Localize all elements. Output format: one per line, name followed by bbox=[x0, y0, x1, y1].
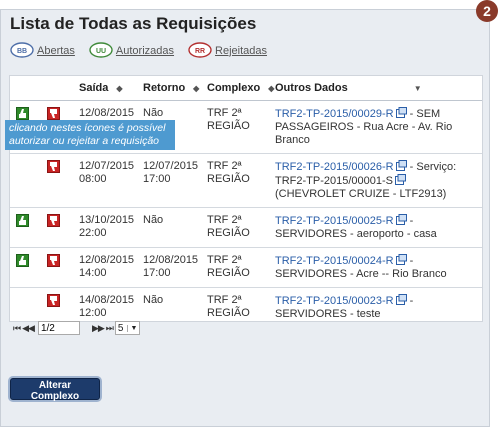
page-title: Lista de Todas as Requisições bbox=[10, 14, 257, 33]
first-page-button[interactable]: ⏮ bbox=[13, 323, 21, 334]
last-page-button[interactable]: ⏭ bbox=[106, 323, 114, 334]
open-window-icon[interactable] bbox=[395, 107, 407, 118]
filter-code: BB bbox=[17, 48, 27, 55]
next-page-button[interactable]: ▶▶ bbox=[92, 323, 105, 334]
approve-icon[interactable] bbox=[16, 107, 29, 120]
filter-label: Rejeitadas bbox=[215, 44, 267, 57]
filter-rejeitadas[interactable]: RR Rejeitadas bbox=[188, 42, 267, 59]
cell-outros: TRF2-TP-2015/00026-R - Serviço: TRF2-TP-… bbox=[275, 153, 482, 208]
filter-code: RR bbox=[195, 48, 205, 55]
request-link[interactable]: TRF2-TP-2015/00025-R bbox=[275, 215, 394, 227]
cell-saida: 12/07/2015 08:00 bbox=[79, 153, 143, 208]
cell-outros: TRF2-TP-2015/00025-R - SERVIDORES - aero… bbox=[275, 207, 482, 248]
table-row: 13/10/2015 22:00 Não TRF 2ª REGIÃO TRF2-TP-… bbox=[10, 207, 482, 248]
open-window-icon[interactable] bbox=[395, 214, 407, 225]
open-window-icon[interactable] bbox=[395, 174, 406, 185]
filter-autorizadas[interactable]: UU Autorizadas bbox=[89, 42, 174, 59]
alterar-complexo-button[interactable]: Alterar Complexo bbox=[10, 378, 100, 402]
open-window-icon[interactable] bbox=[395, 160, 407, 171]
chevron-down-icon: ▼ bbox=[127, 324, 137, 332]
cell-complexo: TRF 2ª REGIÃO bbox=[207, 247, 275, 288]
dropdown-icon: ▼ bbox=[413, 84, 422, 93]
reject-icon[interactable] bbox=[47, 160, 60, 173]
col-header-outros[interactable]: Outros Dados ▼ bbox=[275, 76, 482, 101]
open-window-icon[interactable] bbox=[395, 294, 407, 305]
cell-complexo: TRF 2ª REGIÃO bbox=[207, 207, 275, 248]
sort-icon: ◆ bbox=[116, 84, 123, 93]
approve-icon[interactable] bbox=[16, 214, 29, 227]
col-reject bbox=[47, 76, 79, 101]
approve-icon[interactable] bbox=[16, 254, 29, 267]
filter-abertas[interactable]: BB Abertas bbox=[10, 42, 75, 59]
cell-retorno: 12/07/2015 17:00 bbox=[143, 153, 207, 208]
col-header-complexo[interactable]: Complexo ◆ bbox=[207, 76, 275, 101]
bubble-icon: RR bbox=[188, 42, 212, 58]
reject-icon[interactable] bbox=[47, 107, 60, 120]
table-row: 12/08/2015 14:00 12/08/2015 17:00 TRF 2ª R… bbox=[10, 247, 482, 288]
pagination: ⏮ ◀◀ ▶▶ ⏭ 5▼ bbox=[13, 321, 141, 335]
filter-label: Autorizadas bbox=[115, 44, 175, 57]
reject-icon[interactable] bbox=[47, 294, 60, 307]
table-row: 12/07/2015 08:00 12/07/2015 17:00 TRF 2ª R… bbox=[10, 153, 482, 208]
request-link[interactable]: TRF2-TP-2015/00026-R bbox=[275, 161, 394, 173]
page-input[interactable] bbox=[37, 321, 80, 335]
cell-retorno: Não bbox=[143, 294, 164, 306]
prev-page-button[interactable]: ◀◀ bbox=[22, 323, 35, 334]
step-badge: 2 bbox=[476, 0, 498, 22]
col-approve bbox=[10, 76, 47, 101]
cell-retorno: 12/08/2015 17:00 bbox=[143, 247, 207, 288]
cell-saida: 12/08/2015 14:00 bbox=[79, 247, 143, 288]
request-link[interactable]: TRF2-TP-2015/00023-R bbox=[275, 295, 394, 307]
page-size-select[interactable]: 5 ▼ bbox=[114, 321, 141, 335]
filter-code: UU bbox=[96, 48, 106, 55]
cell-complexo: TRF 2ª REGIÃO bbox=[207, 294, 250, 319]
page-size-value: 5 bbox=[117, 322, 124, 334]
reject-icon[interactable] bbox=[47, 214, 60, 227]
help-tooltip: clicando nestes ícones é possível autori… bbox=[5, 120, 175, 150]
col-header-saida[interactable]: Saída ◆ bbox=[79, 76, 143, 101]
bubble-icon: UU bbox=[89, 42, 113, 58]
request-link[interactable]: TRF2-TP-2015/00024-R bbox=[275, 255, 394, 267]
cell-retorno: Não bbox=[143, 207, 207, 248]
filter-label: Abertas bbox=[37, 44, 75, 57]
status-filters: BB Abertas UU Autorizadas RR Rejeitadas bbox=[10, 42, 267, 59]
cell-complexo: TRF 2ª REGIÃO bbox=[207, 100, 275, 154]
cell-outros: TRF2-TP-2015/00029-R - SEM PASSAGEIROS -… bbox=[275, 100, 482, 154]
requests-table: Saída ◆ Retorno ◆ Complexo ◆ Outros Dados ▼ … bbox=[9, 75, 483, 322]
cell-outros: TRF2-TP-2015/00024-R - SERVIDORES - Acre… bbox=[275, 247, 482, 288]
details-extra: (CHEVROLET CRUIZE - LTF2913) bbox=[275, 188, 447, 200]
request-link[interactable]: TRF2-TP-2015/00029-R bbox=[275, 108, 394, 120]
sort-icon: ◆ bbox=[193, 84, 200, 93]
cell-saida: 13/10/2015 22:00 bbox=[79, 207, 143, 248]
sort-icon: ◆ bbox=[268, 84, 275, 93]
cell-complexo: TRF 2ª REGIÃO bbox=[207, 153, 275, 208]
col-header-retorno[interactable]: Retorno ◆ bbox=[143, 76, 207, 101]
open-window-icon[interactable] bbox=[395, 254, 407, 265]
bubble-icon: BB bbox=[10, 42, 34, 58]
cell-outros: TRF2-TP-2015/00023-R - SERVIDORES - test… bbox=[275, 288, 482, 328]
reject-icon[interactable] bbox=[47, 254, 60, 267]
